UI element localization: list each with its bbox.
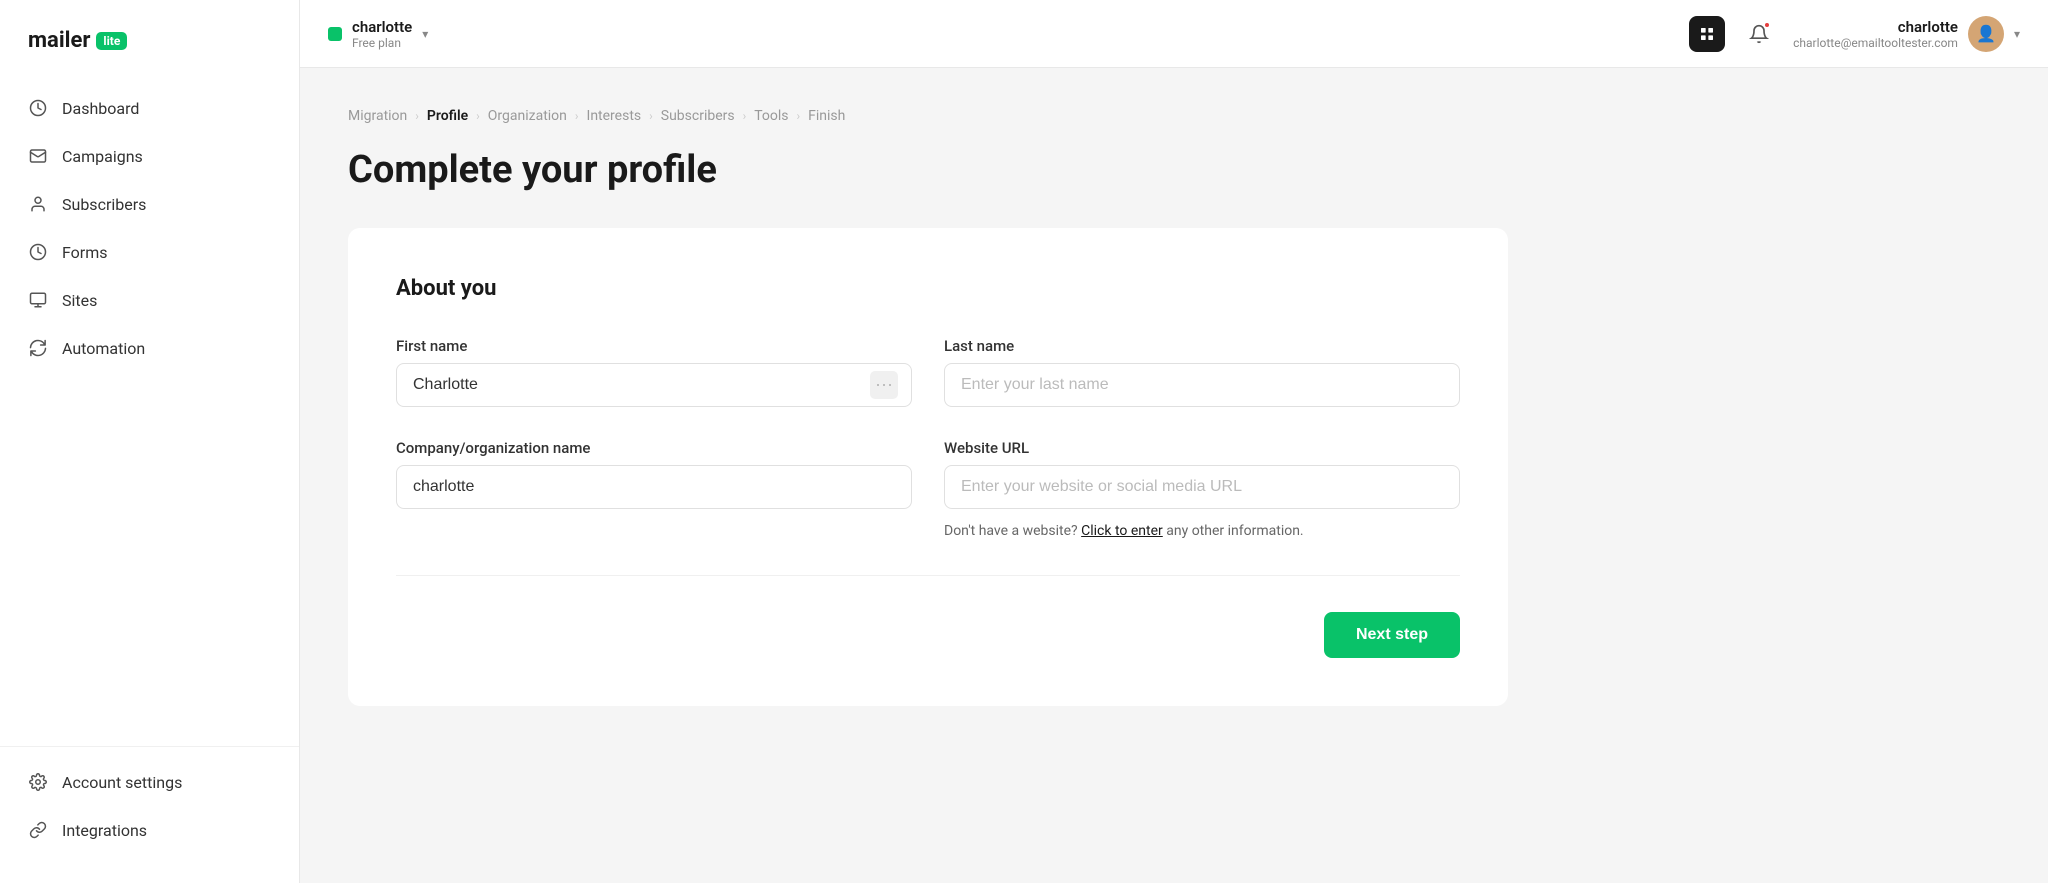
click-to-enter-link[interactable]: Click to enter <box>1081 523 1163 539</box>
forms-icon <box>28 242 48 262</box>
user-info: charlotte charlotte@emailtooltester.com <box>1793 18 1958 50</box>
sidebar-item-account-settings-label: Account settings <box>62 773 182 792</box>
breadcrumb-profile[interactable]: Profile <box>427 108 468 124</box>
breadcrumb-subscribers[interactable]: Subscribers <box>661 108 735 124</box>
last-name-input[interactable] <box>944 363 1460 407</box>
main-area: charlotte Free plan ▾ <box>300 0 2048 883</box>
workspace-plan: Free plan <box>352 36 412 50</box>
sidebar-item-sites[interactable]: Sites <box>12 277 287 323</box>
breadcrumb-sep-3: › <box>575 109 579 123</box>
notifications-button[interactable] <box>1741 16 1777 52</box>
sidebar-item-automation-label: Automation <box>62 339 145 358</box>
website-group: Website URL Don't have a website? Click … <box>944 439 1460 539</box>
first-name-input-wrapper: ⋯ <box>396 363 912 407</box>
workspace-selector[interactable]: charlotte Free plan ▾ <box>328 18 428 50</box>
dots-icon: ⋯ <box>870 371 898 399</box>
chevron-down-icon: ▾ <box>422 27 428 41</box>
breadcrumb: Migration › Profile › Organization › Int… <box>348 108 2000 124</box>
sidebar-item-forms[interactable]: Forms <box>12 229 287 275</box>
grid-apps-button[interactable] <box>1689 16 1725 52</box>
notification-dot <box>1763 21 1771 29</box>
sidebar-item-sites-label: Sites <box>62 291 97 310</box>
user-chevron-icon: ▾ <box>2014 27 2020 41</box>
name-row: First name ⋯ Last name <box>396 337 1460 407</box>
logo-text: mailer <box>28 28 90 53</box>
logo-area: mailer lite <box>0 0 299 85</box>
sidebar-item-campaigns-label: Campaigns <box>62 147 143 166</box>
sidebar-item-dashboard[interactable]: Dashboard <box>12 85 287 131</box>
avatar: 👤 <box>1968 16 2004 52</box>
company-group: Company/organization name <box>396 439 912 539</box>
dashboard-icon <box>28 98 48 118</box>
automation-icon <box>28 338 48 358</box>
sidebar-item-integrations-label: Integrations <box>62 821 147 840</box>
nav-menu: Dashboard Campaigns Subscribers <box>0 85 299 746</box>
workspace-info: charlotte Free plan <box>352 18 412 50</box>
workspace-name: charlotte <box>352 18 412 36</box>
breadcrumb-finish[interactable]: Finish <box>808 108 845 124</box>
user-email: charlotte@emailtooltester.com <box>1793 36 1958 50</box>
breadcrumb-sep-4: › <box>649 109 653 123</box>
website-helper-text: Don't have a website? Click to enter any… <box>944 523 1460 539</box>
campaigns-icon <box>28 146 48 166</box>
next-step-button[interactable]: Next step <box>1324 612 1460 658</box>
profile-card: About you First name ⋯ Last name <box>348 228 1508 706</box>
first-name-input[interactable] <box>396 363 912 407</box>
sites-icon <box>28 290 48 310</box>
company-label: Company/organization name <box>396 439 912 457</box>
sidebar-item-campaigns[interactable]: Campaigns <box>12 133 287 179</box>
card-divider <box>396 575 1460 576</box>
page-title: Complete your profile <box>348 148 2000 192</box>
first-name-label: First name <box>396 337 912 355</box>
sidebar-item-dashboard-label: Dashboard <box>62 99 139 118</box>
sidebar-item-account-settings[interactable]: Account settings <box>12 759 287 805</box>
sidebar-item-integrations[interactable]: Integrations <box>12 807 287 853</box>
last-name-group: Last name <box>944 337 1460 407</box>
last-name-label: Last name <box>944 337 1460 355</box>
sidebar-item-subscribers[interactable]: Subscribers <box>12 181 287 227</box>
company-input[interactable] <box>396 465 912 509</box>
sidebar-item-automation[interactable]: Automation <box>12 325 287 371</box>
breadcrumb-interests[interactable]: Interests <box>587 108 642 124</box>
breadcrumb-organization[interactable]: Organization <box>488 108 567 124</box>
sidebar-item-subscribers-label: Subscribers <box>62 195 146 214</box>
user-name: charlotte <box>1793 18 1958 36</box>
website-label: Website URL <box>944 439 1460 457</box>
top-header: charlotte Free plan ▾ <box>300 0 2048 68</box>
website-input[interactable] <box>944 465 1460 509</box>
about-you-title: About you <box>396 276 1460 301</box>
first-name-group: First name ⋯ <box>396 337 912 407</box>
content-area: Migration › Profile › Organization › Int… <box>300 68 2048 883</box>
sidebar: mailer lite Dashboard Campaigns <box>0 0 300 883</box>
settings-icon <box>28 772 48 792</box>
workspace-dot <box>328 27 342 41</box>
logo-badge: lite <box>96 32 127 50</box>
logo[interactable]: mailer lite <box>28 28 271 53</box>
breadcrumb-tools[interactable]: Tools <box>754 108 788 124</box>
sidebar-item-forms-label: Forms <box>62 243 108 262</box>
sidebar-bottom: Account settings Integrations <box>0 746 299 883</box>
breadcrumb-sep-2: › <box>476 109 480 123</box>
integrations-icon <box>28 820 48 840</box>
breadcrumb-migration[interactable]: Migration <box>348 108 407 124</box>
header-right: charlotte charlotte@emailtooltester.com … <box>1689 16 2020 52</box>
card-footer: Next step <box>396 612 1460 658</box>
company-url-row: Company/organization name Website URL Do… <box>396 439 1460 539</box>
breadcrumb-sep-6: › <box>797 109 801 123</box>
subscribers-icon <box>28 194 48 214</box>
user-profile[interactable]: charlotte charlotte@emailtooltester.com … <box>1793 16 2020 52</box>
breadcrumb-sep-5: › <box>743 109 747 123</box>
breadcrumb-sep-1: › <box>415 109 419 123</box>
